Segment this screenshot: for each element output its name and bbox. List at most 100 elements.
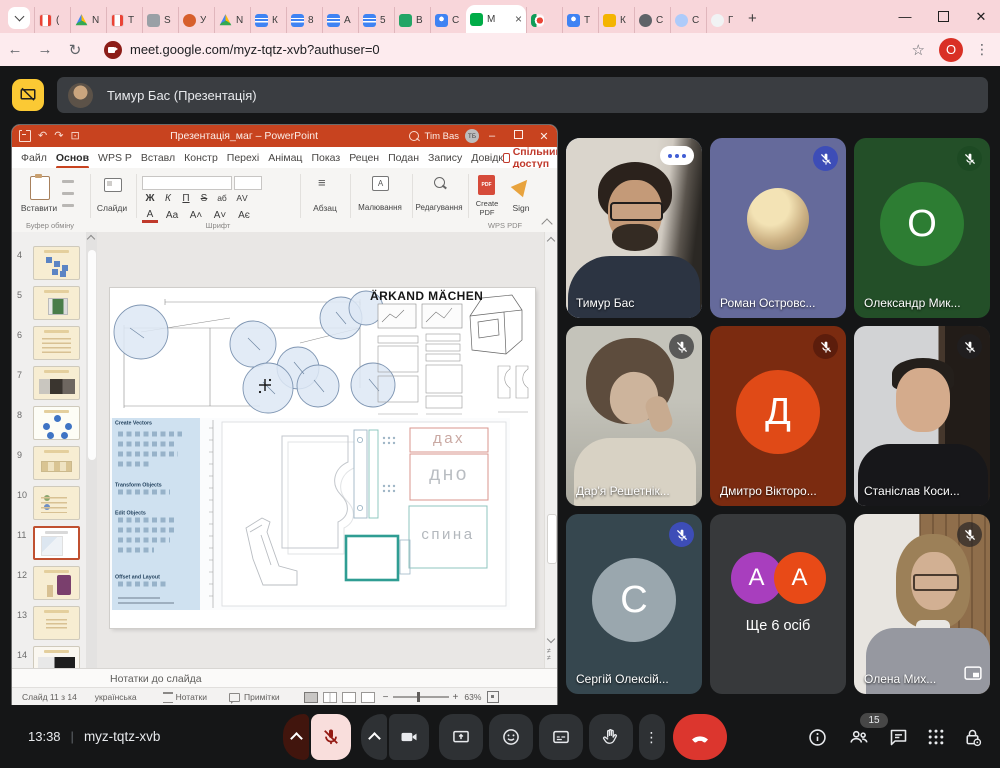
grow-font-button[interactable]: А˄: [188, 210, 204, 221]
browser-tab[interactable]: 5: [358, 7, 394, 33]
presentation-paused-icon[interactable]: [12, 79, 44, 111]
slide-thumbnail-9[interactable]: [33, 446, 80, 480]
italic-button[interactable]: К: [160, 193, 176, 204]
browser-tab[interactable]: С: [430, 7, 466, 33]
normal-view-button[interactable]: [304, 692, 318, 703]
browser-tab-active-meet[interactable]: М×: [466, 5, 526, 33]
browser-tab[interactable]: N: [214, 7, 250, 33]
captions-button[interactable]: [539, 714, 583, 760]
browser-tab[interactable]: S: [142, 7, 178, 33]
browser-tab[interactable]: У: [178, 7, 214, 33]
char-spacing-button[interactable]: АV: [234, 193, 250, 203]
browser-tab[interactable]: 8: [286, 7, 322, 33]
shared-powerpoint-window[interactable]: ↶ ↷ ⊡ Презентація_маг – PowerPoint Tim B…: [12, 125, 557, 705]
browser-tab[interactable]: А: [322, 7, 358, 33]
paragraph-button[interactable]: Абзац: [302, 203, 348, 213]
browser-tab[interactable]: N: [70, 7, 106, 33]
slides-button[interactable]: Слайди: [94, 203, 130, 213]
create-pdf-icon[interactable]: PDF: [478, 175, 495, 195]
clear-format-button[interactable]: Ає: [236, 210, 252, 221]
paste-icon[interactable]: [30, 176, 50, 200]
drawing-button[interactable]: Малювання: [352, 203, 408, 212]
zoom-out-icon[interactable]: −: [383, 692, 389, 703]
menu-record[interactable]: Запису: [428, 152, 462, 164]
screen-share-banner[interactable]: Тимур Бас (Презентація): [57, 77, 988, 113]
mic-toggle-button-muted[interactable]: [311, 714, 351, 760]
ppt-account-name[interactable]: Tim Bas: [425, 131, 459, 142]
editing-search-icon[interactable]: [434, 177, 445, 188]
browser-tab[interactable]: К: [250, 7, 286, 33]
slide-thumbnail-10[interactable]: [33, 486, 80, 520]
save-icon[interactable]: [19, 130, 31, 142]
menu-view[interactable]: Подан: [388, 152, 419, 164]
prev-next-slide-buttons[interactable]: ≠≠: [547, 648, 551, 662]
menu-wps[interactable]: WPS P: [98, 152, 132, 164]
participant-tile-roman[interactable]: Роман Островс...: [710, 138, 846, 318]
browser-tab[interactable]: С: [670, 7, 706, 33]
tab-search-button[interactable]: [8, 7, 30, 29]
profile-avatar[interactable]: O: [939, 38, 963, 62]
slideshow-icon[interactable]: ⊡: [70, 131, 79, 142]
slide-thumbnail-6[interactable]: [33, 326, 80, 360]
shadow-button[interactable]: аб: [214, 193, 230, 203]
scroll-up-icon[interactable]: [547, 237, 555, 245]
end-call-button[interactable]: [673, 714, 727, 760]
reading-view-button[interactable]: [342, 692, 356, 703]
reactions-button[interactable]: [489, 714, 533, 760]
share-button[interactable]: Спільний доступ: [503, 146, 557, 170]
camera-options-button[interactable]: [361, 714, 387, 760]
participant-tile-olena[interactable]: Олена Мих...: [854, 514, 990, 694]
ppt-account-avatar[interactable]: ТБ: [465, 129, 479, 143]
case-button[interactable]: Аа: [164, 210, 180, 221]
undo-icon[interactable]: ↶: [38, 131, 47, 142]
raise-hand-button[interactable]: [589, 714, 633, 760]
host-controls-button[interactable]: [950, 714, 994, 760]
ppt-vertical-scrollbar[interactable]: ≠≠: [544, 232, 557, 668]
minimize-button[interactable]: —: [886, 0, 924, 33]
paragraph-icon[interactable]: ≡: [318, 175, 326, 190]
menu-review[interactable]: Рецен: [349, 152, 379, 164]
format-painter-icon[interactable]: [62, 204, 74, 207]
copy-icon[interactable]: [62, 192, 74, 195]
thumbnail-scrollbar[interactable]: [86, 232, 97, 668]
reload-icon[interactable]: ↻: [60, 41, 90, 59]
redo-icon[interactable]: ↷: [54, 131, 63, 142]
slide-thumbnail-12[interactable]: [33, 566, 80, 600]
url-text[interactable]: meet.google.com/myz-tqtz-xvb?authuser=0: [130, 42, 912, 57]
slide-thumbnail-7[interactable]: [33, 366, 80, 400]
participant-tile-daria[interactable]: Дар'я Решетнік...: [566, 326, 702, 506]
menu-slideshow[interactable]: Показ: [311, 152, 340, 164]
menu-home[interactable]: Основ: [56, 152, 89, 164]
cut-icon[interactable]: [62, 180, 74, 183]
new-tab-button[interactable]: +: [748, 10, 757, 27]
browser-tab[interactable]: Т: [562, 7, 598, 33]
browser-tab[interactable]: К: [598, 7, 634, 33]
zoom-slider[interactable]: [393, 696, 449, 698]
bookmark-star-icon[interactable]: ☆: [912, 41, 925, 59]
camera-toggle-button[interactable]: [389, 714, 429, 760]
font-name-box[interactable]: [142, 176, 232, 190]
slide-sorter-view-button[interactable]: [323, 692, 337, 703]
participant-tile-timur[interactable]: Тимур Бас: [566, 138, 702, 318]
mic-options-button[interactable]: [283, 714, 309, 760]
browser-tab[interactable]: Г: [706, 7, 742, 33]
meeting-details-button[interactable]: [795, 714, 839, 760]
slide-thumbnail-14[interactable]: [33, 646, 80, 668]
picture-in-picture-icon[interactable]: [964, 666, 982, 686]
search-icon[interactable]: [409, 131, 419, 141]
language-indicator[interactable]: українська: [95, 692, 137, 702]
notes-icon[interactable]: [163, 692, 173, 703]
menu-animations[interactable]: Анімац: [268, 152, 302, 164]
ppt-maximize-button[interactable]: [505, 130, 531, 142]
browser-menu-icon[interactable]: ⋮: [975, 41, 990, 58]
new-slide-icon[interactable]: [104, 178, 122, 192]
strikethrough-button[interactable]: S: [196, 193, 212, 204]
slide-thumbnail-5[interactable]: [33, 286, 80, 320]
scroll-down-icon[interactable]: [547, 635, 555, 643]
zoom-in-icon[interactable]: +: [453, 692, 459, 703]
participant-tile-overflow[interactable]: А А Ще 6 осіб: [710, 514, 846, 694]
browser-tab[interactable]: Т: [106, 7, 142, 33]
browser-tab[interactable]: [526, 7, 562, 33]
participant-tile-oleksandr[interactable]: О Олександр Мик...: [854, 138, 990, 318]
notes-toggle[interactable]: Нотатки: [176, 692, 207, 702]
